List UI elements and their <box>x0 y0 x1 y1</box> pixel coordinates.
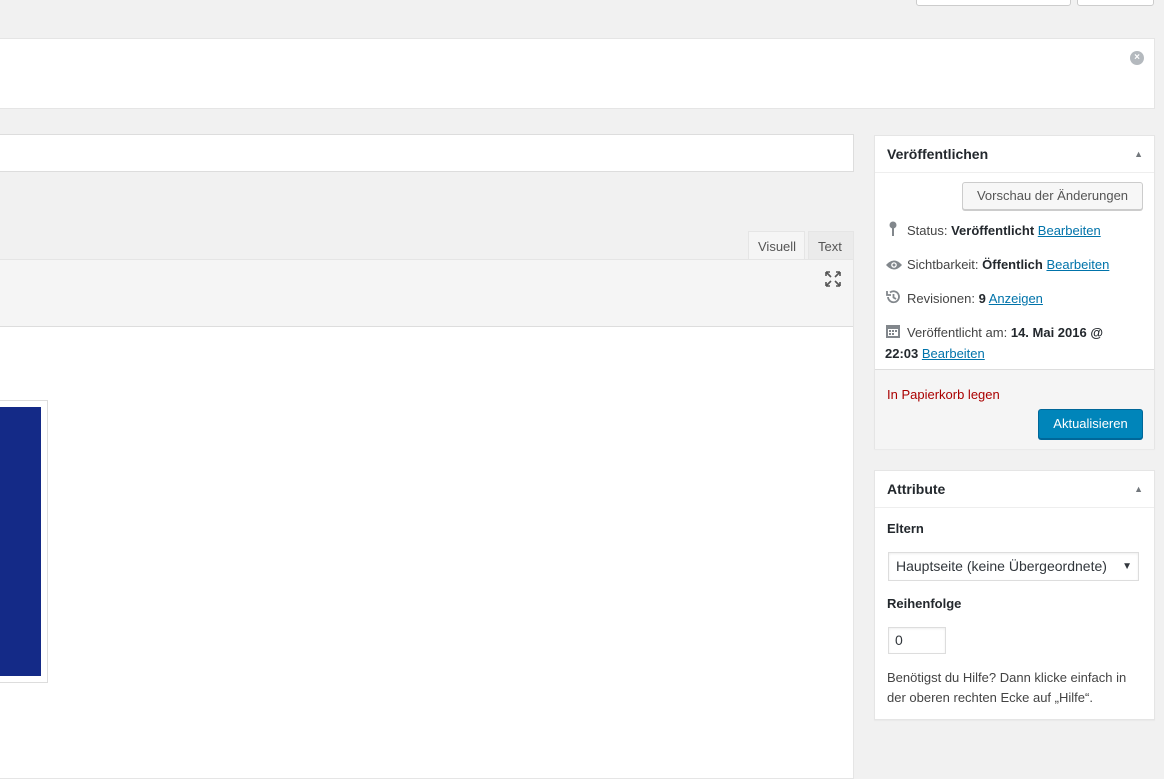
visibility-value: Öffentlich <box>982 257 1043 272</box>
screen-options-button[interactable] <box>916 0 1071 6</box>
content-image[interactable] <box>0 400 48 683</box>
publish-actions: In Papierkorb legen Aktualisieren <box>875 369 1154 449</box>
move-to-trash-link[interactable]: In Papierkorb legen <box>887 387 1000 402</box>
collapse-arrow-icon[interactable]: ▲ <box>1134 484 1143 494</box>
collapse-arrow-icon[interactable]: ▲ <box>1134 149 1143 159</box>
status-value: Veröffentlicht <box>951 223 1035 238</box>
calendar-icon <box>885 323 901 339</box>
order-label: Reihenfolge <box>887 596 962 611</box>
tab-text[interactable]: Text <box>808 231 854 260</box>
history-icon <box>885 289 901 305</box>
page-attributes-box: Attribute ▲ Eltern Hauptseite (keine Übe… <box>874 470 1155 720</box>
dropdown-arrow-icon: ▼ <box>1122 561 1132 572</box>
show-revisions-link[interactable]: Anzeigen <box>989 291 1043 306</box>
editor-toolbar <box>0 260 853 327</box>
status-row: Status: Veröffentlicht Bearbeiten <box>885 220 1101 241</box>
pin-icon <box>885 221 901 237</box>
fullscreen-icon[interactable] <box>825 271 841 287</box>
publish-box-title: Veröffentlichen <box>887 146 989 162</box>
preview-changes-button[interactable]: Vorschau der Änderungen <box>962 182 1143 210</box>
revisions-row: Revisionen: 9 Anzeigen <box>885 288 1043 309</box>
help-button[interactable] <box>1077 0 1154 6</box>
image-blue-area <box>0 407 41 676</box>
published-date-row: Veröffentlicht am: 14. Mai 2016 @ 22:03 … <box>885 323 1104 361</box>
help-text: Benötigst du Hilfe? Dann klicke einfach … <box>887 670 1127 705</box>
publish-box-header[interactable]: Veröffentlichen ▲ <box>875 136 1154 173</box>
visibility-row: Sichtbarkeit: Öffentlich Bearbeiten <box>885 254 1109 275</box>
edit-date-link[interactable]: Bearbeiten <box>922 346 985 361</box>
parent-select-value: Hauptseite (keine Übergeordnete) <box>896 558 1107 574</box>
parent-select[interactable]: Hauptseite (keine Übergeordnete) ▼ <box>888 552 1139 581</box>
publish-box: Veröffentlichen ▲ Vorschau der Änderunge… <box>874 135 1155 449</box>
published-time: 22:03 <box>885 346 919 361</box>
edit-visibility-link[interactable]: Bearbeiten <box>1046 257 1109 272</box>
attributes-box-header[interactable]: Attribute ▲ <box>875 471 1154 508</box>
admin-notice: × <box>0 38 1155 109</box>
update-button[interactable]: Aktualisieren <box>1038 409 1143 439</box>
parent-label: Eltern <box>887 521 924 536</box>
edit-status-link[interactable]: Bearbeiten <box>1038 223 1101 238</box>
attributes-box-title: Attribute <box>887 481 946 497</box>
dismiss-icon[interactable]: × <box>1130 51 1144 65</box>
title-input[interactable] <box>0 134 854 172</box>
published-date: 14. Mai 2016 @ <box>1010 325 1104 340</box>
order-input[interactable]: 0 <box>888 627 946 654</box>
eye-icon <box>885 258 902 274</box>
content-editor[interactable] <box>0 259 854 779</box>
revisions-count: 9 <box>978 291 986 306</box>
tab-visual[interactable]: Visuell <box>748 231 805 261</box>
